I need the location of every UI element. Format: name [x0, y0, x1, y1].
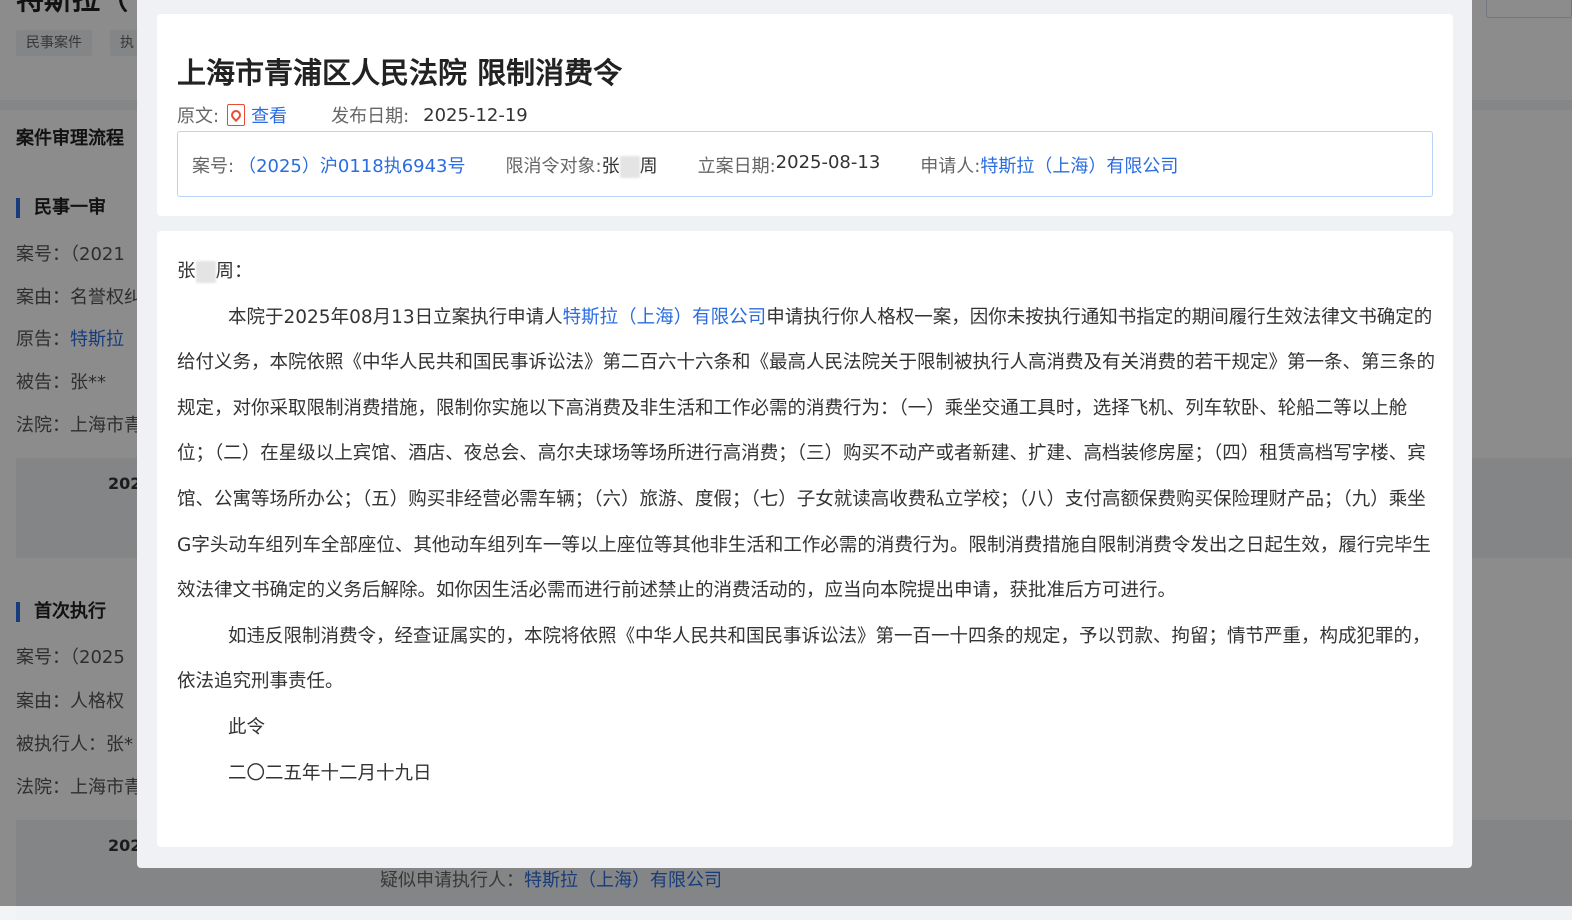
order-header-card: 上海市青浦区人民法院 限制消费令 原文: 查看 发布日期: 2025-12-19…: [157, 14, 1453, 216]
case-info-box: 案号: （2025）沪0118执6943号 限消令对象: 张周 立案日期: 20…: [177, 131, 1433, 197]
sign-date: 二〇二五年十二月十九日: [228, 762, 432, 784]
order-closing: 此令: [228, 716, 266, 738]
pdf-icon[interactable]: [227, 104, 246, 126]
view-original-link[interactable]: 查看: [251, 102, 287, 128]
redacted-mask: [195, 260, 216, 283]
order-body-card: 张周： 本院于2025年08月13日立案执行申请人特斯拉（上海）有限公司申请执行…: [157, 231, 1453, 847]
paragraph-2: 如违反限制消费令，经查证属实的，本院将依照《中华人民共和国民事诉讼法》第一百一十…: [177, 625, 1431, 693]
publish-date-label: 发布日期:: [331, 106, 410, 127]
case-no-label: 案号:: [192, 156, 235, 177]
salutation: 张周：: [177, 260, 253, 283]
target-label: 限消令对象:: [505, 156, 602, 177]
case-no-link[interactable]: （2025）沪0118执6943号: [238, 152, 465, 178]
applicant-label: 申请人:: [920, 156, 981, 177]
filing-date: 2025-08-13: [775, 152, 881, 173]
meta-row: 原文: 查看 发布日期: 2025-12-19: [177, 102, 528, 128]
original-label: 原文:: [177, 106, 220, 127]
case-info-row: 案号: （2025）沪0118执6943号 限消令对象: 张周 立案日期: 20…: [192, 152, 1178, 178]
restriction-order-modal: 上海市青浦区人民法院 限制消费令 原文: 查看 发布日期: 2025-12-19…: [137, 0, 1472, 868]
publish-date: 2025-12-19: [423, 104, 528, 126]
applicant-inline-link[interactable]: 特斯拉（上海）有限公司: [563, 307, 767, 328]
redacted-mask: [619, 156, 640, 178]
paragraph-1: 本院于2025年08月13日立案执行申请人特斯拉（上海）有限公司申请执行你人格权…: [177, 306, 1436, 602]
applicant-link[interactable]: 特斯拉（上海）有限公司: [980, 152, 1178, 178]
target-name: 张周: [601, 156, 658, 178]
order-title: 上海市青浦区人民法院 限制消费令: [177, 56, 623, 90]
filing-date-label: 立案日期:: [697, 156, 776, 177]
order-text: 张周： 本院于2025年08月13日立案执行申请人特斯拉（上海）有限公司申请执行…: [177, 249, 1435, 796]
